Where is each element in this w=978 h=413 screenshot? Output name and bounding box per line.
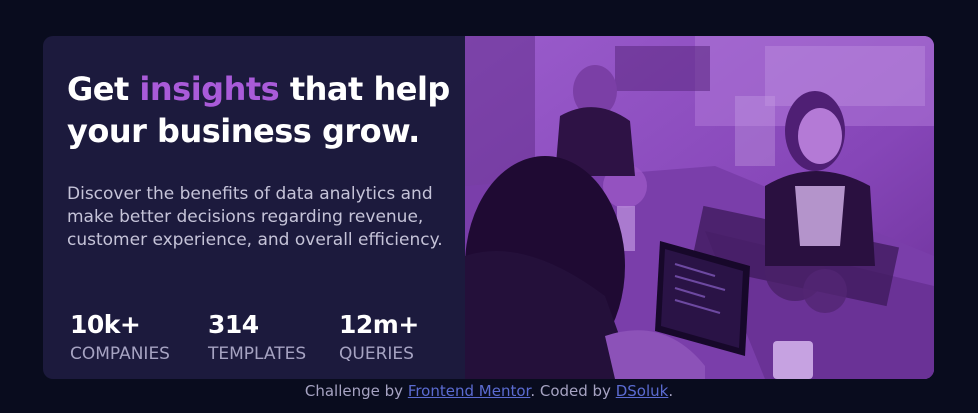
stat-label: COMPANIES xyxy=(70,344,170,364)
stat-value: 314 xyxy=(208,310,259,339)
attribution-middle: . Coded by xyxy=(530,382,616,400)
attribution: Challenge by Frontend Mentor. Coded by D… xyxy=(0,380,978,402)
stat-companies: 10k+ COMPANIES xyxy=(70,310,170,366)
office-team-photo xyxy=(465,36,934,379)
headline: Get insights that help your business gro… xyxy=(67,68,457,152)
stat-queries: 12m+ QUERIES xyxy=(339,310,419,366)
headline-accent: insights xyxy=(139,70,280,108)
frontend-mentor-link[interactable]: Frontend Mentor xyxy=(408,382,531,400)
stat-templates: 314 TEMPLATES xyxy=(208,310,306,366)
stats-preview-card: Get insights that help your business gro… xyxy=(43,36,934,379)
stat-value: 10k+ xyxy=(70,310,141,339)
headline-start: Get xyxy=(67,70,140,108)
card-content: Get insights that help your business gro… xyxy=(43,36,465,379)
stat-value: 12m+ xyxy=(339,310,419,339)
stat-label: QUERIES xyxy=(339,344,414,364)
author-link[interactable]: DSoluk xyxy=(616,382,669,400)
attribution-suffix: . xyxy=(668,382,674,400)
attribution-prefix: Challenge by xyxy=(304,382,408,400)
description: Discover the benefits of data analytics … xyxy=(67,184,443,250)
stat-label: TEMPLATES xyxy=(208,344,307,364)
